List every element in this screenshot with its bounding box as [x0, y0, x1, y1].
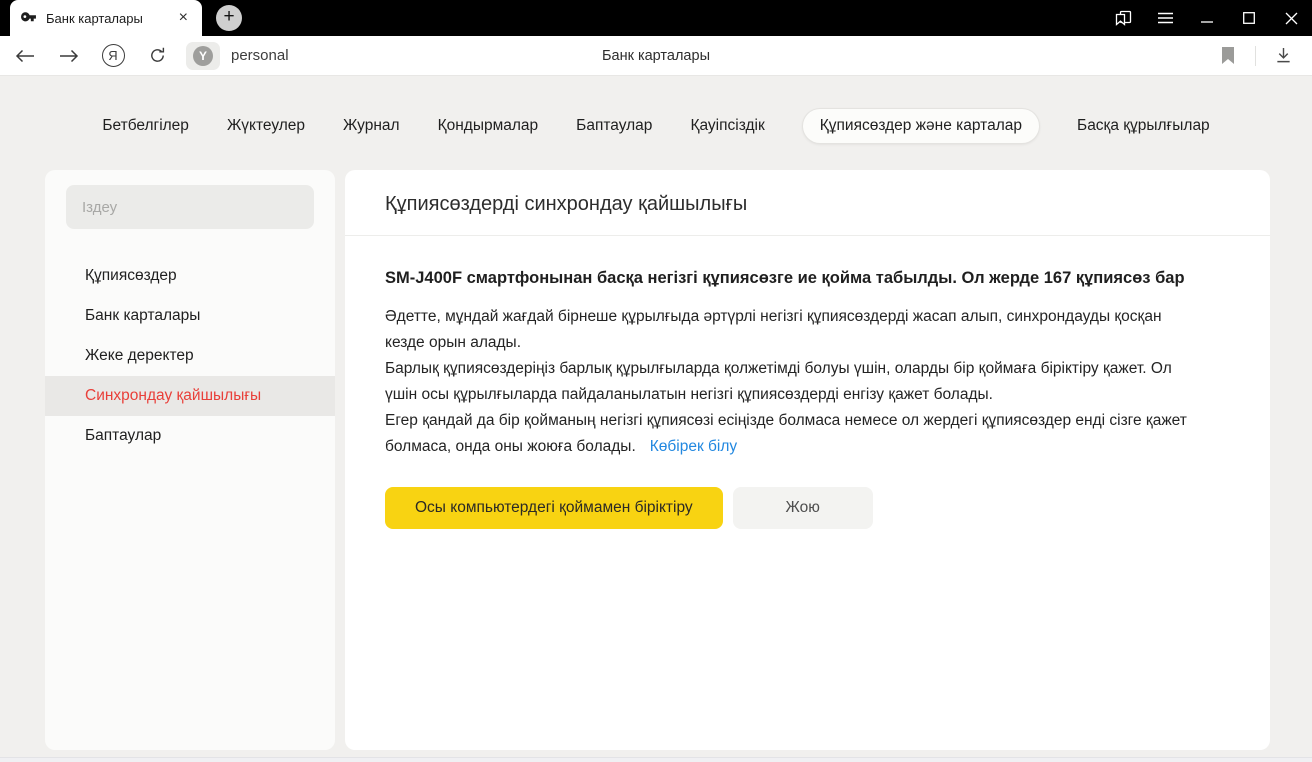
tab-bookmarks[interactable]: Бетбелгілер	[102, 109, 189, 143]
toolbar-actions	[1213, 41, 1298, 71]
description-paragraph-3: Егер қандай да бір қойманың негізгі құпи…	[385, 408, 1190, 460]
tab-extensions[interactable]: Қондырмалар	[438, 109, 539, 143]
description-paragraph-3-text: Егер қандай да бір қойманың негізгі құпи…	[385, 412, 1187, 455]
new-tab-button[interactable]: +	[216, 5, 242, 31]
search-input[interactable]	[66, 185, 314, 229]
bookmark-icon[interactable]	[1213, 41, 1243, 71]
menu-icon[interactable]	[1144, 0, 1186, 36]
sidebar-item-sync-conflict[interactable]: Синхрондау қайшылығы	[45, 376, 335, 416]
key-icon	[20, 10, 37, 27]
titlebar: Банк карталары × +	[0, 0, 1312, 36]
settings-nav-tabs: Бетбелгілер Жүктеулер Журнал Қондырмалар…	[0, 106, 1312, 146]
tab-close-icon[interactable]: ×	[175, 8, 192, 28]
action-buttons: Осы компьютердегі қоймамен біріктіру Жою	[385, 487, 1190, 529]
toolbar: Я Y personal Банк карталары	[0, 36, 1312, 76]
toolbar-nav-group: Я Y personal	[0, 41, 289, 71]
browser-tab[interactable]: Банк карталары ×	[10, 0, 202, 36]
address-text[interactable]: personal	[231, 47, 289, 64]
forward-icon[interactable]	[54, 41, 84, 71]
browser-window: Банк карталары × +	[0, 0, 1312, 762]
refresh-icon[interactable]	[142, 41, 172, 71]
tab-passwords-and-cards[interactable]: Құпиясөздер және карталар	[803, 109, 1039, 143]
section-heading: Құпиясөздерді синхрондау қайшылығы	[345, 170, 1270, 235]
address-bar[interactable]: Y personal	[186, 42, 289, 70]
tab-downloads[interactable]: Жүктеулер	[227, 109, 305, 143]
minimize-button[interactable]	[1186, 0, 1228, 36]
conflict-title: SM-J400F смартфонынан басқа негізгі құпи…	[385, 264, 1190, 293]
tab-title: Банк карталары	[46, 11, 175, 26]
merge-button[interactable]: Осы компьютердегі қоймамен біріктіру	[385, 487, 723, 529]
profile-badge-icon: Y	[193, 46, 213, 66]
delete-button[interactable]: Жою	[733, 487, 873, 529]
description-paragraph-1: Әдетте, мұндай жағдай бірнеше құрылғыда …	[385, 304, 1190, 356]
tab-security[interactable]: Қауіпсіздік	[690, 109, 764, 143]
side-panels-icon[interactable]	[1102, 0, 1144, 36]
maximize-button[interactable]	[1228, 0, 1270, 36]
description-paragraph-2: Барлық құпиясөздеріңіз барлық құрылғылар…	[385, 356, 1190, 408]
main-panel: Құпиясөздерді синхрондау қайшылығы SM-J4…	[345, 170, 1270, 750]
sidebar-item-settings[interactable]: Баптаулар	[45, 416, 335, 456]
downloads-icon[interactable]	[1268, 41, 1298, 71]
bottom-edge	[0, 757, 1312, 762]
yandex-home-icon[interactable]: Я	[98, 41, 128, 71]
sidebar: Құпиясөздер Банк карталары Жеке деректер…	[45, 170, 335, 750]
sidebar-item-personal-data[interactable]: Жеке деректер	[45, 336, 335, 376]
sidebar-menu: Құпиясөздер Банк карталары Жеке деректер…	[45, 256, 335, 456]
toolbar-divider	[1255, 46, 1256, 66]
tab-other-devices[interactable]: Басқа құрылғылар	[1077, 109, 1210, 143]
learn-more-link[interactable]: Көбірек білу	[650, 438, 737, 455]
tab-history[interactable]: Журнал	[343, 109, 400, 143]
back-icon[interactable]	[10, 41, 40, 71]
sidebar-item-passwords[interactable]: Құпиясөздер	[45, 256, 335, 296]
site-badge: Y	[186, 42, 220, 70]
tab-settings[interactable]: Баптаулар	[576, 109, 652, 143]
conflict-description: Әдетте, мұндай жағдай бірнеше құрылғыда …	[385, 304, 1190, 460]
sync-conflict-content: SM-J400F смартфонынан басқа негізгі құпи…	[345, 236, 1230, 529]
close-button[interactable]	[1270, 0, 1312, 36]
sidebar-item-bank-cards[interactable]: Банк карталары	[45, 296, 335, 336]
window-controls	[1102, 0, 1312, 36]
